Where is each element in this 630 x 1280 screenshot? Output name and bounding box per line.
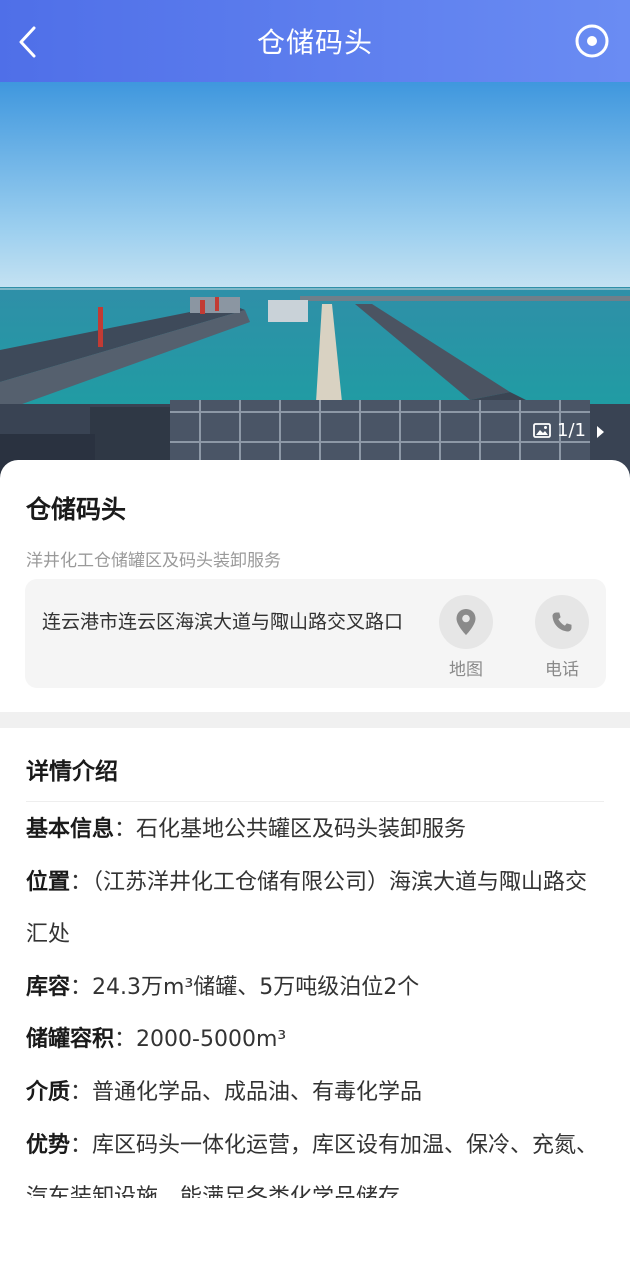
place-info-card: 仓储码头 洋井化工仓储罐区及码头装卸服务 连云港市连云区海滨大道与陬山路交叉路口…: [0, 460, 630, 712]
details-body: 基本信息：石化基地公共罐区及码头装卸服务 位置：（江苏洋井化工仓储有限公司）海滨…: [26, 804, 606, 1198]
hero-image[interactable]: 1/1: [0, 82, 630, 480]
details-section: 详情介绍 基本信息：石化基地公共罐区及码头装卸服务 位置：（江苏洋井化工仓储有限…: [0, 728, 630, 1280]
page-title: 仓储码头: [256, 26, 373, 59]
detail-tank-volume: 储罐容积：2000-5000m³: [26, 1027, 287, 1053]
phone-label: 电话: [545, 660, 579, 680]
detail-advantage-value: 库区码头一体化运营，库区设有加温、保冷、充氮、汽车装卸设施，能满足各类化学品储存: [26, 1132, 599, 1198]
chevron-left-icon: [19, 26, 36, 58]
detail-medium-value: 普通化学品、成品油、有毒化学品: [92, 1079, 423, 1105]
caret-right-icon: [597, 426, 604, 438]
back-button[interactable]: [8, 20, 48, 64]
place-subtitle: 洋井化工仓储罐区及码头装卸服务: [26, 551, 281, 571]
place-title: 仓储码头: [26, 495, 127, 524]
location-pin-icon: [456, 609, 476, 635]
details-separator: [26, 801, 604, 802]
detail-location-value: （江苏洋井化工仓储有限公司）海滨大道与陬山路交汇处: [26, 869, 588, 948]
address-box: 连云港市连云区海滨大道与陬山路交叉路口 地图 电话: [25, 579, 606, 688]
section-divider: [0, 712, 630, 728]
detail-tank-value: 2000-5000m³: [136, 1027, 287, 1053]
image-counter-text: 1/1: [557, 420, 586, 441]
detail-basic: 基本信息：石化基地公共罐区及码头装卸服务: [26, 817, 467, 842]
next-image-button[interactable]: [594, 420, 614, 444]
map-label: 地图: [449, 660, 483, 680]
address-text: 连云港市连云区海滨大道与陬山路交叉路口: [42, 611, 404, 633]
detail-capacity: 库容：24.3万m³储罐、5万吨级泊位2个: [26, 974, 420, 1000]
phone-button[interactable]: 电话: [534, 595, 590, 680]
detail-medium-key: 介质: [26, 1079, 71, 1105]
target-button[interactable]: [574, 23, 610, 59]
map-button[interactable]: 地图: [438, 595, 494, 680]
image-icon: [533, 423, 551, 438]
details-title: 详情介绍: [26, 759, 118, 785]
detail-location: 位置：（江苏洋井化工仓储有限公司）海滨大道与陬山路交汇处: [26, 869, 588, 948]
detail-basic-key: 基本信息: [26, 817, 115, 842]
detail-capacity-value: 24.3万m³储罐、5万吨级泊位2个: [92, 974, 420, 1000]
target-icon: [575, 24, 609, 58]
phone-button-circle: [535, 595, 589, 649]
detail-advantage: 优势：库区码头一体化运营，库区设有加温、保冷、充氮、汽车装卸设施，能满足各类化学…: [26, 1120, 606, 1198]
detail-medium: 介质：普通化学品、成品油、有毒化学品: [26, 1079, 423, 1105]
top-bar: 仓储码头: [0, 0, 630, 82]
detail-tank-key: 储罐容积: [26, 1027, 115, 1053]
image-counter: 1/1: [533, 420, 586, 441]
detail-basic-value: 石化基地公共罐区及码头装卸服务: [136, 817, 467, 842]
phone-icon: [552, 612, 572, 632]
map-button-circle: [439, 595, 493, 649]
detail-advantage-key: 优势: [26, 1132, 71, 1158]
detail-location-key: 位置: [26, 869, 71, 895]
detail-capacity-key: 库容: [26, 974, 71, 1000]
